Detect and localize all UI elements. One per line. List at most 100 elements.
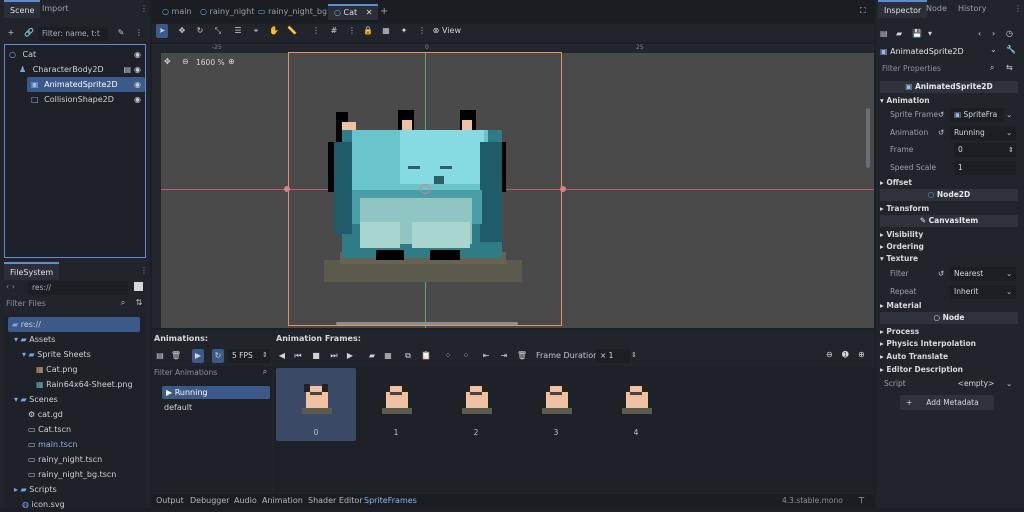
skeleton-icon[interactable]: ⊗	[430, 24, 442, 38]
tab-import[interactable]: Import	[36, 0, 75, 18]
section-material[interactable]: ▸ Material	[880, 299, 1018, 312]
file-row-cat-png[interactable]: ▦ Cat.png	[36, 362, 78, 377]
script-attached-icon[interactable]: ▤	[123, 62, 131, 77]
dock-menu-icon[interactable]: ⋮	[1014, 4, 1022, 13]
list-tool-icon[interactable]: ☰	[232, 24, 244, 38]
revert-icon[interactable]: ↺	[938, 125, 944, 141]
fps-spinner-icon[interactable]: ⇕	[262, 351, 268, 359]
section-offset[interactable]: ▸ Offset	[880, 176, 1018, 189]
animation-item-running[interactable]: ▶ Running	[162, 386, 270, 399]
play-icon[interactable]: ▶	[344, 349, 356, 363]
tab-animation[interactable]: Animation	[262, 496, 303, 505]
tab-rainy-night-bg[interactable]: ▭ rainy_night_bg	[252, 4, 333, 20]
file-row-icon-svg[interactable]: ◍ icon.svg	[22, 497, 65, 512]
pivot-tool-icon[interactable]: ⌖	[250, 24, 262, 38]
tab-main[interactable]: ○ main	[156, 4, 198, 20]
center-view-icon[interactable]: ✥	[164, 57, 171, 66]
frame-duration-field[interactable]: × 1	[596, 349, 630, 363]
loop-icon[interactable]: ↻	[212, 349, 224, 363]
open-folder-icon[interactable]: ▰	[366, 349, 378, 363]
chevron-down-icon[interactable]: ⌄	[1006, 284, 1012, 300]
zoom-reset-icon[interactable]: ➊	[842, 350, 849, 359]
tab-rainy-night[interactable]: ○ rainy_night	[194, 4, 260, 20]
visibility-eye-icon[interactable]: ◉	[134, 77, 141, 92]
ruler-tool-icon[interactable]: 📏	[286, 24, 298, 38]
chevron-down-icon[interactable]: ⌄	[1006, 125, 1012, 141]
tab-debugger[interactable]: Debugger	[190, 496, 230, 505]
tab-spriteframes[interactable]: SpriteFrames	[364, 496, 417, 505]
resource-menu-icon[interactable]: ▾	[928, 29, 932, 38]
tab-filesystem[interactable]: FileSystem	[4, 262, 60, 280]
paste-icon[interactable]: 📋	[420, 349, 432, 363]
grid-snap-icon[interactable]: #	[328, 24, 340, 38]
sprite-sheet-icon[interactable]: ▦	[382, 349, 394, 363]
tab-output[interactable]: Output	[156, 496, 184, 505]
options-icon[interactable]: ⋮	[416, 24, 428, 38]
file-row-rain-png[interactable]: ▦ Rain64x64-Sheet.png	[36, 377, 133, 392]
sort-icon[interactable]: ⇅	[134, 298, 144, 308]
bounds-handle[interactable]	[284, 186, 290, 192]
file-row-rainy-night-bg[interactable]: ▭ rainy_night_bg.tscn	[28, 467, 116, 482]
path-field[interactable]: res://	[28, 281, 128, 295]
frame-tile[interactable]: 4	[596, 368, 676, 441]
scene-filter-input[interactable]: Filter: name, t:t	[38, 27, 108, 41]
dock-menu-icon[interactable]: ⋮	[140, 266, 148, 275]
duration-spinner-icon[interactable]: ⇕	[631, 351, 637, 359]
tree-item-cat[interactable]: ○ Cat ◉	[9, 47, 145, 62]
copy-icon[interactable]: ⧉	[402, 349, 414, 363]
play-start-icon[interactable]: ⏭	[328, 349, 340, 363]
vertical-scrollbar[interactable]	[866, 108, 870, 168]
bone-icon[interactable]: ✦	[398, 24, 410, 38]
frame-tile[interactable]: 2	[436, 368, 516, 441]
file-row-cat-tscn[interactable]: ▭ Cat.tscn	[28, 422, 71, 437]
play-backwards-icon[interactable]: ◀	[276, 349, 288, 363]
forward-icon[interactable]: ›	[992, 29, 995, 38]
chevron-down-icon[interactable]: ⌄	[1006, 107, 1012, 123]
section-auto-translate[interactable]: ▸ Auto Translate	[880, 350, 1018, 363]
property-filter-input[interactable]: Filter Properties	[878, 62, 988, 76]
tools-icon[interactable]: 🔧	[1006, 45, 1016, 54]
file-row-rainy-night[interactable]: ▭ rainy_night.tscn	[28, 452, 102, 467]
zoom-out-icon[interactable]: ⊖	[182, 57, 189, 66]
tab-shader-editor[interactable]: Shader Editor	[308, 496, 363, 505]
frame-tile[interactable]: 0	[276, 368, 356, 441]
tree-item-animatedsprite2d[interactable]: ▣ AnimatedSprite2D ◉	[27, 77, 145, 92]
new-resource-icon[interactable]: ▤	[880, 29, 888, 38]
animation-filter-input[interactable]: Filter Animations	[154, 368, 217, 377]
split-view-icon[interactable]	[134, 282, 143, 291]
speed-scale-field[interactable]: 1	[954, 161, 1016, 175]
section-transform[interactable]: ▸ Transform	[880, 202, 1018, 215]
history-icon[interactable]: ◷	[1006, 29, 1013, 38]
node-selector[interactable]: ▣ AnimatedSprite2D	[880, 45, 1000, 58]
distraction-free-icon[interactable]: ⛶	[860, 6, 866, 16]
section-texture[interactable]: ▾ Texture	[880, 252, 1018, 265]
revert-icon[interactable]: ↺	[938, 266, 944, 282]
new-animation-icon[interactable]: ▤	[154, 349, 166, 363]
autoplay-icon[interactable]: ▶	[192, 349, 204, 363]
script-icon[interactable]: ✎	[116, 28, 126, 38]
insert-before-icon[interactable]: ⁘	[442, 349, 454, 363]
close-icon[interactable]: ✕	[366, 8, 373, 17]
link-icon[interactable]: 🔗	[24, 28, 34, 38]
tab-history[interactable]: History	[952, 0, 992, 18]
add-metadata-button[interactable]: + Add Metadata	[900, 395, 994, 410]
visibility-eye-icon[interactable]: ◉	[134, 62, 141, 77]
zoom-out-icon[interactable]: ⊖	[826, 350, 833, 359]
tab-scene[interactable]: Scene	[4, 0, 41, 18]
snap-options-icon[interactable]: ⋮	[346, 24, 358, 38]
back-icon[interactable]: ‹ ›	[6, 282, 15, 291]
back-icon[interactable]: ‹	[978, 29, 981, 38]
animation-item-default[interactable]: default	[164, 403, 192, 412]
tools-icon[interactable]: ⇆	[1006, 63, 1013, 72]
file-row-res[interactable]: ▰ res://	[8, 317, 140, 332]
zoom-in-icon[interactable]: ⊕	[228, 57, 235, 66]
scale-tool-icon[interactable]: ⤡	[212, 24, 224, 38]
insert-after-icon[interactable]: ⁘	[460, 349, 472, 363]
file-row-scripts[interactable]: ▸ ▰ Scripts	[14, 482, 57, 497]
delete-animation-icon[interactable]: 🗑	[170, 349, 182, 363]
zoom-level[interactable]: 1600 %	[196, 58, 225, 67]
chevron-down-icon[interactable]: ⌄	[990, 45, 997, 54]
file-row-sprite-sheets[interactable]: ▾ ▰ Sprite Sheets	[22, 347, 91, 362]
chevron-down-icon[interactable]: ⌄	[1006, 376, 1012, 392]
file-row-cat-gd[interactable]: ⚙ cat.gd	[28, 407, 63, 422]
